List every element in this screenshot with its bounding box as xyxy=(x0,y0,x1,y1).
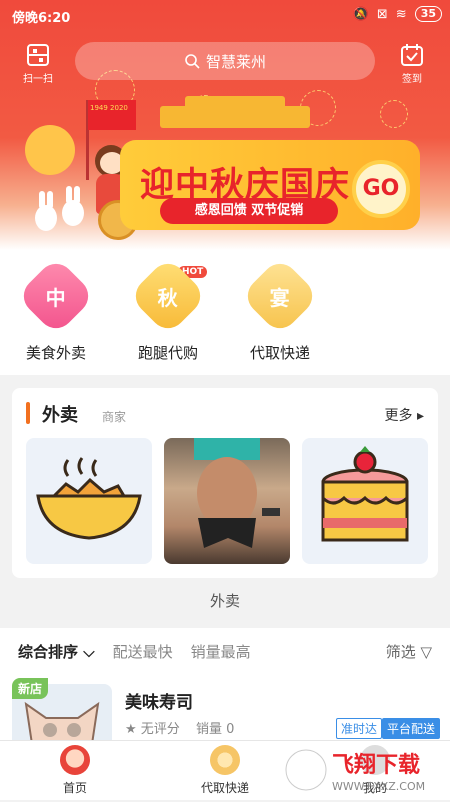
rabbit-graphic xyxy=(62,186,84,226)
status-bar: 傍晚6:20 🔕 ⊠ ≋ 35 xyxy=(0,0,450,30)
category-row: 中 美食外卖 HOT 秋 跑腿代购 宴 代取快递 xyxy=(0,256,450,363)
signin-button[interactable]: 签到 xyxy=(390,42,434,85)
card-title: 外卖 xyxy=(42,405,78,426)
moon-graphic xyxy=(25,125,75,175)
section-label: 外卖 xyxy=(209,592,240,610)
shop-rating: ★ 无评分 xyxy=(125,722,180,737)
section-accent-bar xyxy=(26,402,30,424)
shop-sales: 销量 0 xyxy=(195,722,235,737)
rabbit-graphic xyxy=(35,191,57,231)
scan-button[interactable]: 扫一扫 xyxy=(16,42,60,85)
sim-icon: ⊠ xyxy=(376,6,388,22)
flag-text: 1949 2020 xyxy=(90,104,128,112)
hero-banner-area: 1949 2020 迎中秋庆国庆 感恩回馈 双节促销 GO xyxy=(0,0,450,250)
tile-cake[interactable] xyxy=(302,438,428,564)
go-button[interactable]: GO xyxy=(352,160,410,218)
wifi-icon: ≋ xyxy=(395,6,407,22)
tab-parcel-pickup[interactable]: 代取快递 xyxy=(150,741,300,800)
category-errand[interactable]: HOT 秋 跑腿代购 xyxy=(112,256,224,363)
sort-comprehensive[interactable]: 综合排序 ⌵ xyxy=(18,641,95,662)
promo-subtitle: 感恩回馈 双节促销 xyxy=(160,198,338,224)
platform-delivery-badge: 平台配送 xyxy=(382,718,441,739)
calendar-check-icon xyxy=(401,44,423,66)
scan-label: 扫一扫 xyxy=(23,74,53,85)
sort-fastest-delivery[interactable]: 配送最快 xyxy=(113,641,173,662)
tile-food-bowl[interactable] xyxy=(26,438,152,564)
filter-button[interactable]: 筛选 ▽ xyxy=(386,641,432,662)
tab-label: 首页 xyxy=(62,781,87,795)
category-label: 美食外卖 xyxy=(25,344,86,362)
shop-name: 美味寿司 xyxy=(125,693,193,713)
firework-decoration xyxy=(380,100,408,128)
scan-icon xyxy=(27,44,49,66)
tile-fitness-photo[interactable] xyxy=(164,438,290,564)
food-bowl-icon xyxy=(36,457,142,540)
watermark-url: WWW.FXXZ.COM xyxy=(332,780,425,793)
sort-bar: 综合排序 ⌵ 配送最快 销量最高 筛选 ▽ xyxy=(0,628,450,674)
status-time: 傍晚6:20 xyxy=(12,11,71,26)
fitness-photo xyxy=(194,438,280,548)
food-delivery-icon: 中 xyxy=(16,256,96,336)
search-icon xyxy=(185,54,200,69)
flag-graphic: 1949 2020 xyxy=(88,100,136,130)
watermark-text: 飞翔下载 xyxy=(332,752,420,778)
parcel-icon xyxy=(210,745,240,775)
cake-icon xyxy=(321,446,409,542)
takeout-card: 外卖 商家 更多 ▸ xyxy=(12,388,438,578)
category-parcel-pickup[interactable]: 宴 代取快递 xyxy=(224,256,336,363)
mute-icon: 🔕 xyxy=(352,6,369,22)
sort-top-sales[interactable]: 销量最高 xyxy=(191,641,251,662)
more-link[interactable]: 更多 ▸ xyxy=(385,405,424,425)
watermark-logo: 飞翔下载 WWW.FXXZ.COM xyxy=(285,749,425,793)
search-bar[interactable]: 智慧莱州 xyxy=(75,42,375,80)
shop-list-item[interactable]: 新店 美味寿司 ★ 无评分 销量 0 准时达 平台配送 xyxy=(0,674,450,744)
on-time-badge: 准时达 xyxy=(336,718,383,739)
category-food-delivery[interactable]: 中 美食外卖 xyxy=(0,256,112,363)
status-icons: 🔕 ⊠ ≋ 35 xyxy=(353,6,442,22)
shop-meta: ★ 无评分 销量 0 xyxy=(125,718,234,737)
tab-home[interactable]: 首页 xyxy=(0,741,150,800)
takeout-tiles xyxy=(26,438,428,564)
card-subtitle: 商家 xyxy=(102,410,127,424)
signin-label: 签到 xyxy=(402,74,422,85)
home-icon xyxy=(60,745,90,775)
watermark: 飞翔下载 WWW.FXXZ.COM xyxy=(282,742,442,798)
tab-label: 代取快递 xyxy=(200,781,249,795)
battery-icon: 35 xyxy=(414,6,442,22)
new-shop-badge: 新店 xyxy=(12,678,49,699)
parcel-pickup-icon: 宴 xyxy=(240,256,320,336)
category-label: 代取快递 xyxy=(249,344,310,362)
tiananmen-gate-graphic xyxy=(160,96,310,128)
search-placeholder: 智慧莱州 xyxy=(205,52,266,71)
category-label: 跑腿代购 xyxy=(137,344,198,362)
